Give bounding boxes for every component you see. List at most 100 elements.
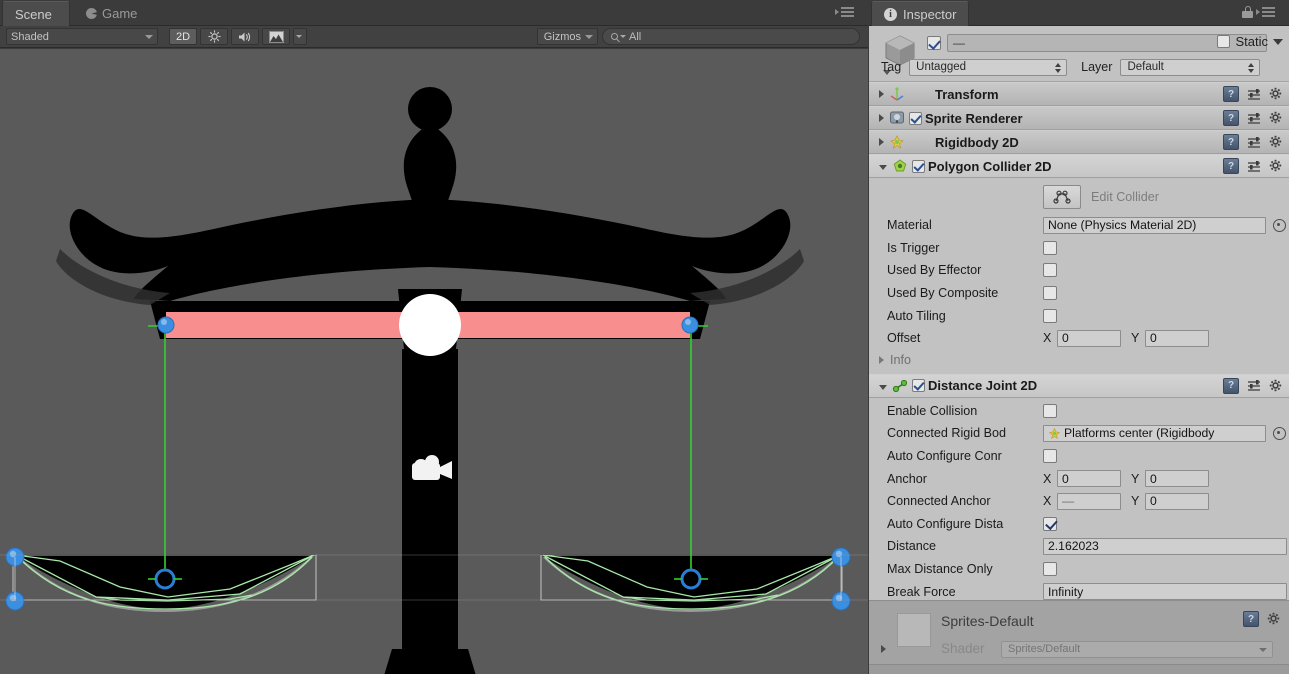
rigidbody2d-icon: [890, 135, 904, 149]
component-header-sprite-renderer[interactable]: Sprite Renderer ?: [869, 106, 1289, 130]
foldout-closed-icon[interactable]: [879, 114, 884, 122]
auto-configure-connected-checkbox[interactable]: [1043, 449, 1057, 464]
component-enabled-checkbox-polygon-collider[interactable]: [912, 159, 925, 173]
offset-x-input[interactable]: 0: [1057, 329, 1121, 347]
help-icon[interactable]: ?: [1243, 611, 1259, 627]
preset-icon[interactable]: [1247, 379, 1261, 392]
shader-dropdown[interactable]: Sprites/Default: [1001, 641, 1273, 658]
scene-fx-button[interactable]: [262, 28, 290, 45]
scene-viewport[interactable]: [0, 49, 868, 674]
used-by-composite-checkbox[interactable]: [1043, 286, 1057, 301]
material-field[interactable]: None (Physics Material 2D): [1043, 216, 1266, 234]
foldout-closed-icon[interactable]: [879, 90, 884, 98]
break-force-label: Break Force: [887, 584, 956, 599]
component-header-polygon-collider-2d[interactable]: Polygon Collider 2D ?: [869, 154, 1289, 178]
row-distance: Distance 2.162023: [869, 535, 1289, 558]
row-auto-configure-connected-anchor: Auto Configure Conr: [869, 445, 1289, 468]
object-picker-icon[interactable]: [1273, 426, 1286, 440]
material-label: Material: [887, 218, 932, 233]
chevron-down-icon[interactable]: [1273, 38, 1283, 45]
offset-y-input[interactable]: 0: [1145, 329, 1209, 347]
object-picker-icon[interactable]: [1273, 218, 1286, 232]
scene-tabbar: Scene Game: [0, 0, 868, 26]
tab-scene[interactable]: Scene: [2, 1, 70, 26]
material-foldout-icon[interactable]: [881, 645, 886, 653]
gear-icon[interactable]: [1269, 379, 1283, 393]
anchor-x-input[interactable]: 0: [1057, 470, 1121, 488]
toggle-2d-button[interactable]: 2D: [169, 28, 197, 45]
used-by-effector-checkbox[interactable]: [1043, 263, 1057, 278]
gear-icon[interactable]: [1269, 135, 1283, 149]
inspector-panel-menu-icon[interactable]: [1256, 5, 1284, 19]
row-info-foldout[interactable]: Info: [869, 350, 1289, 371]
tab-game[interactable]: Game: [74, 1, 156, 26]
connected-anchor-y-input[interactable]: 0: [1145, 492, 1209, 510]
connected-anchor-y-axis-label: Y: [1131, 494, 1140, 509]
connected-anchor-x-input[interactable]: —: [1057, 492, 1121, 510]
row-auto-configure-distance: Auto Configure Dista: [869, 513, 1289, 536]
component-header-transform[interactable]: Transform ?: [869, 82, 1289, 106]
foldout-open-icon[interactable]: [879, 384, 887, 390]
static-checkbox[interactable]: [1217, 35, 1231, 48]
tag-value: Untagged: [916, 61, 967, 73]
tab-inspector[interactable]: i Inspector: [871, 1, 970, 26]
offset-y-axis-label: Y: [1131, 331, 1140, 346]
scene-panel-menu-icon[interactable]: [835, 5, 863, 19]
preset-icon[interactable]: [1247, 160, 1261, 173]
component-header-distance-joint-2d[interactable]: Distance Joint 2D ?: [869, 373, 1289, 398]
static-toggle[interactable]: Static: [1217, 34, 1283, 49]
help-icon[interactable]: ?: [1223, 377, 1239, 394]
gameobject-enabled-checkbox[interactable]: [927, 36, 941, 50]
tag-layer-row: Tag Untagged Layer Default: [869, 56, 1289, 78]
anchor-y-input[interactable]: 0: [1145, 470, 1209, 488]
polygon-collider-body: Edit Collider Material None (Physics Mat…: [869, 178, 1289, 374]
auto-configure-distance-checkbox[interactable]: [1043, 516, 1057, 531]
help-icon[interactable]: ?: [1223, 158, 1239, 174]
enable-collision-checkbox[interactable]: [1043, 403, 1057, 418]
audio-toggle-button[interactable]: [231, 28, 259, 45]
distance-label: Distance: [887, 539, 936, 554]
material-header-actions: ?: [1243, 611, 1281, 627]
tag-dropdown[interactable]: Untagged: [909, 58, 1068, 76]
break-force-input[interactable]: Infinity: [1043, 583, 1287, 601]
auto-tiling-checkbox[interactable]: [1043, 308, 1057, 323]
gear-icon[interactable]: [1269, 111, 1283, 125]
row-used-by-effector: Used By Effector: [869, 259, 1289, 282]
draw-mode-dropdown[interactable]: Shaded: [6, 28, 158, 45]
help-icon[interactable]: ?: [1223, 86, 1239, 102]
anchor-label: Anchor: [887, 471, 927, 486]
lighting-toggle-button[interactable]: [200, 28, 228, 45]
layer-dropdown[interactable]: Default: [1120, 58, 1261, 76]
is-trigger-checkbox[interactable]: [1043, 240, 1057, 255]
tab-scene-label: Scene: [15, 6, 52, 22]
component-header-rigidbody-2d[interactable]: Rigidbody 2D ?: [869, 130, 1289, 154]
layer-value: Default: [1127, 61, 1164, 73]
distance-input[interactable]: 2.162023: [1043, 537, 1287, 555]
help-icon[interactable]: ?: [1223, 110, 1239, 126]
edit-collider-label: Edit Collider: [1091, 190, 1159, 204]
component-name-rigidbody-2d: Rigidbody 2D: [935, 134, 1019, 150]
connected-rigidbody-field[interactable]: Platforms center (Rigidbody: [1043, 424, 1266, 442]
scene-search-input[interactable]: All: [602, 28, 860, 45]
foldout-open-icon[interactable]: [879, 165, 887, 170]
component-enabled-checkbox-distance-joint[interactable]: [912, 379, 925, 393]
foldout-closed-icon[interactable]: [879, 356, 884, 365]
preset-icon[interactable]: [1247, 88, 1261, 101]
edit-collider-button[interactable]: [1043, 185, 1081, 209]
foldout-closed-icon[interactable]: [879, 138, 884, 146]
max-distance-only-checkbox[interactable]: [1043, 562, 1057, 577]
inspector-tabbar: i Inspector: [869, 0, 1289, 26]
connected-anchor-x-value: —: [1062, 494, 1075, 509]
tag-label: Tag: [881, 60, 902, 74]
gear-icon[interactable]: [1269, 159, 1283, 173]
preset-icon[interactable]: [1247, 136, 1261, 149]
lock-icon[interactable]: [1242, 6, 1253, 18]
scene-fx-dropdown[interactable]: [293, 28, 307, 45]
material-value: None (Physics Material 2D): [1048, 218, 1197, 233]
preset-icon[interactable]: [1247, 112, 1261, 125]
gear-icon[interactable]: [1269, 87, 1283, 101]
component-enabled-checkbox-sprite-renderer[interactable]: [909, 111, 922, 125]
help-icon[interactable]: ?: [1223, 134, 1239, 150]
gizmos-dropdown[interactable]: Gizmos: [536, 28, 598, 45]
gear-icon[interactable]: [1267, 612, 1281, 626]
